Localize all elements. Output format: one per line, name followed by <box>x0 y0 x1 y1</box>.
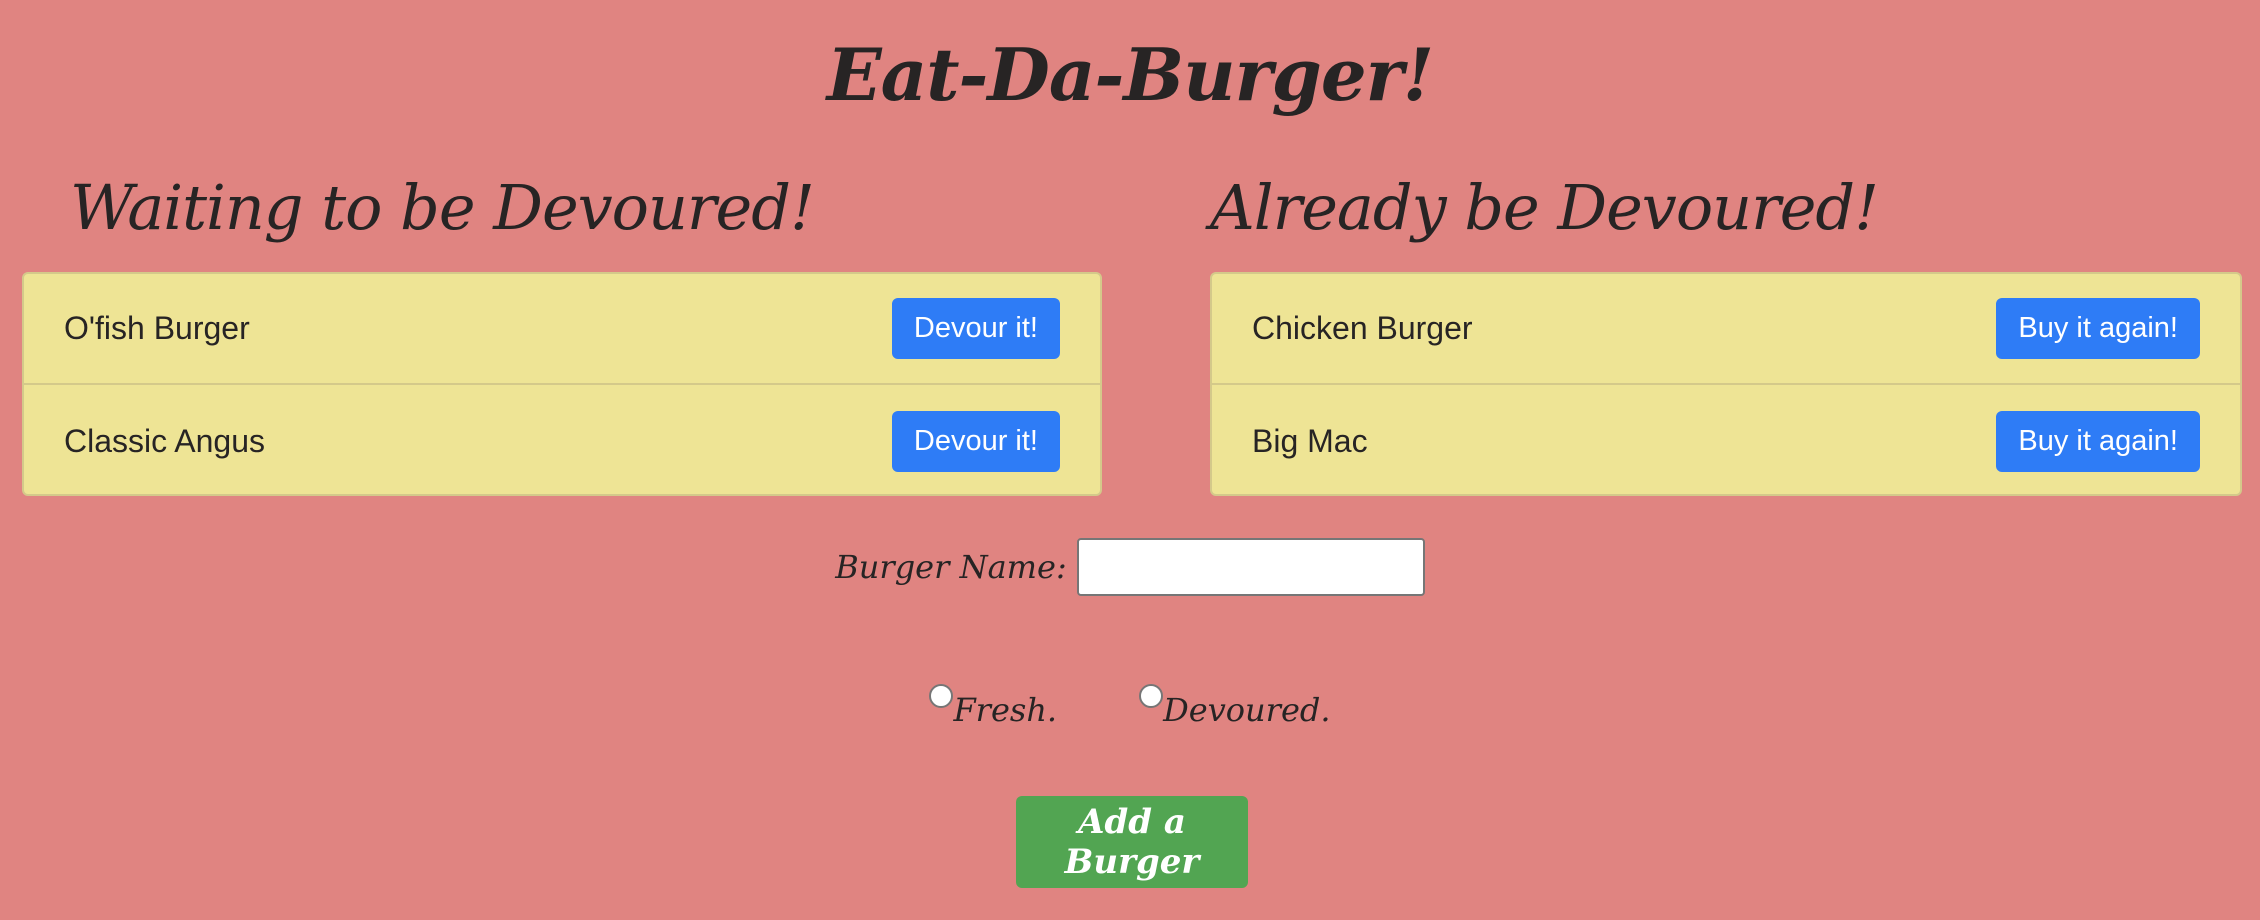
page-title: Eat-Da-Burger! <box>826 32 1434 117</box>
burger-name: Classic Angus <box>64 423 265 459</box>
radio-devoured[interactable]: Devoured. <box>1139 680 1331 734</box>
radio-fresh-label: Fresh. <box>953 691 1058 729</box>
devour-button[interactable]: Devour it! <box>891 298 1060 359</box>
devoured-list: Chicken Burger Buy it again! Big Mac Buy… <box>1210 272 2242 496</box>
burger-name-input[interactable] <box>1076 538 1425 596</box>
waiting-heading: Waiting to be Devoured! <box>70 171 815 244</box>
list-item: Big Mac Buy it again! <box>1212 386 2240 497</box>
burger-name-label: Burger Name: <box>835 548 1067 586</box>
radio-devoured-label: Devoured. <box>1163 691 1331 729</box>
list-item: O'fish Burger Devour it! <box>24 274 1100 385</box>
list-item: Chicken Burger Buy it again! <box>1212 274 2240 385</box>
radio-fresh[interactable]: Fresh. <box>929 680 1057 734</box>
burger-name: Chicken Burger <box>1252 310 1473 346</box>
buy-again-button[interactable]: Buy it again! <box>1996 298 2200 359</box>
waiting-list: O'fish Burger Devour it! Classic Angus D… <box>22 272 1102 496</box>
radio-devoured-circle[interactable] <box>1139 684 1164 708</box>
devour-button[interactable]: Devour it! <box>891 411 1060 472</box>
buy-again-button[interactable]: Buy it again! <box>1996 411 2200 472</box>
burger-name: O'fish Burger <box>64 310 250 346</box>
radio-fresh-circle[interactable] <box>929 684 954 708</box>
devoured-heading: Already be Devoured! <box>1210 171 1879 244</box>
burger-name: Big Mac <box>1252 423 1368 459</box>
list-item: Classic Angus Devour it! <box>24 386 1100 497</box>
add-burger-button[interactable]: Add a Burger <box>1016 796 1248 888</box>
status-radio-group: Fresh. Devoured. <box>0 680 2260 734</box>
burger-form: Burger Name: <box>0 538 2260 596</box>
